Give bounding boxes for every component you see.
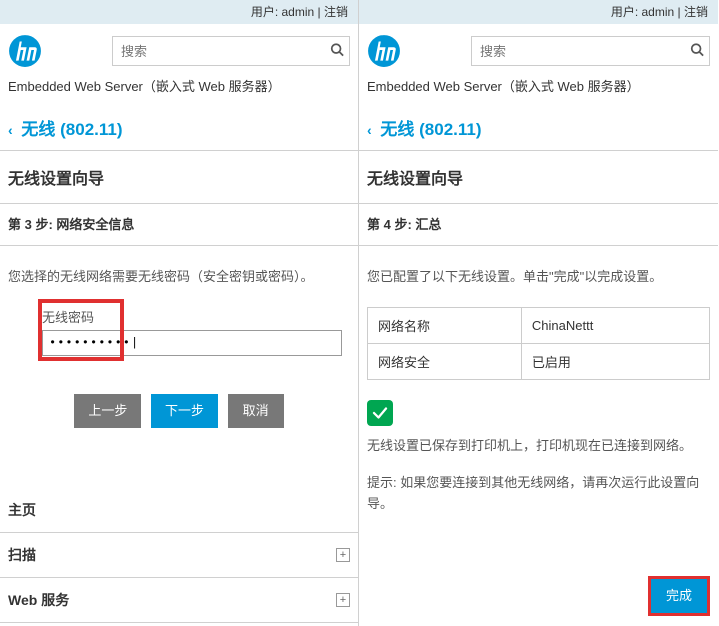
search-container — [471, 36, 710, 66]
search-input[interactable] — [112, 36, 350, 66]
hint-message: 提示: 如果您要连接到其他无线网络，请再次运行此设置向导。 — [367, 473, 710, 515]
logout-link[interactable]: 注销 — [324, 5, 348, 19]
network-name-value: ChinaNettt — [521, 308, 709, 344]
prev-button[interactable]: 上一步 — [74, 394, 141, 428]
accordion-webservices[interactable]: Web 服务 + — [0, 578, 358, 623]
search-container — [112, 36, 350, 66]
hp-logo-icon — [8, 34, 42, 68]
highlight-box: 完成 — [648, 576, 710, 616]
top-bar: 用户: admin | 注销 — [0, 0, 358, 24]
step-title: 第 4 步: 汇总 — [359, 203, 718, 246]
user-name: admin — [642, 5, 675, 19]
step4-body: 您已配置了以下无线设置。单击"完成"以完成设置。 网络名称 ChinaNettt… — [359, 246, 718, 540]
pane-step4: 用户: admin | 注销 Embedded Web Server（嵌入式 W… — [359, 0, 718, 626]
table-row: 网络名称 ChinaNettt — [368, 308, 710, 344]
chevron-left-icon: ‹ — [367, 122, 372, 138]
chevron-left-icon: ‹ — [8, 122, 13, 138]
header — [0, 24, 358, 76]
cancel-button[interactable]: 取消 — [228, 394, 284, 428]
top-bar: 用户: admin | 注销 — [359, 0, 718, 24]
pane-step3: 用户: admin | 注销 Embedded Web Server（嵌入式 W… — [0, 0, 359, 626]
success-message: 无线设置已保存到打印机上，打印机现在已连接到网络。 — [367, 436, 710, 457]
nav-wireless[interactable]: ‹ 无线 (802.11) — [0, 105, 358, 151]
next-button[interactable]: 下一步 — [151, 394, 218, 428]
accordion-home[interactable]: 主页 — [0, 488, 358, 533]
wizard-title: 无线设置向导 — [0, 151, 358, 195]
step3-body: 您选择的无线网络需要无线密码（安全密钥或密码）。 无线密码 上一步 下一步 取消 — [0, 246, 358, 458]
user-name: admin — [282, 5, 315, 19]
expand-icon: + — [336, 593, 350, 607]
network-security-value: 已启用 — [521, 344, 709, 380]
nav-wireless[interactable]: ‹ 无线 (802.11) — [359, 105, 718, 151]
user-label: 用户: — [251, 5, 278, 19]
user-label: 用户: — [611, 5, 638, 19]
hp-logo-icon — [367, 34, 401, 68]
search-input[interactable] — [471, 36, 710, 66]
expand-icon: + — [336, 548, 350, 562]
ews-subtitle: Embedded Web Server（嵌入式 Web 服务器） — [0, 76, 358, 105]
prompt-text: 您已配置了以下无线设置。单击"完成"以完成设置。 — [367, 266, 710, 285]
step-title: 第 3 步: 网络安全信息 — [0, 203, 358, 246]
button-row: 上一步 下一步 取消 — [8, 366, 350, 448]
finish-button[interactable]: 完成 — [651, 579, 707, 613]
ews-subtitle: Embedded Web Server（嵌入式 Web 服务器） — [359, 76, 718, 105]
password-input[interactable] — [42, 330, 342, 356]
network-name-label: 网络名称 — [368, 308, 522, 344]
accordion-scan[interactable]: 扫描 + — [0, 533, 358, 578]
finish-row: 完成 — [359, 566, 718, 626]
logout-link[interactable]: 注销 — [684, 5, 708, 19]
summary-table: 网络名称 ChinaNettt 网络安全 已启用 — [367, 307, 710, 380]
header — [359, 24, 718, 76]
password-label: 无线密码 — [42, 307, 94, 326]
wizard-title: 无线设置向导 — [359, 151, 718, 195]
prompt-text: 您选择的无线网络需要无线密码（安全密钥或密码）。 — [8, 266, 350, 285]
network-security-label: 网络安全 — [368, 344, 522, 380]
check-icon — [367, 400, 393, 426]
table-row: 网络安全 已启用 — [368, 344, 710, 380]
